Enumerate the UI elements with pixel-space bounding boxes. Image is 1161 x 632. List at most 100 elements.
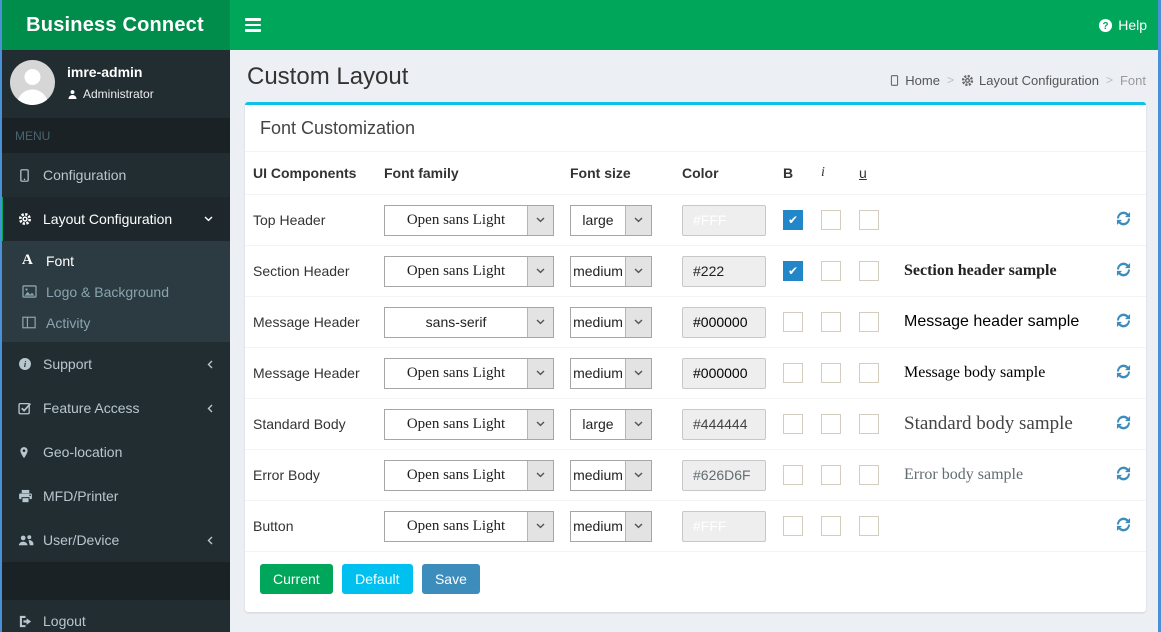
sidebar-item-feature-access[interactable]: Feature Access — [0, 386, 230, 430]
color-input[interactable] — [682, 306, 766, 338]
sidebar-toggle-button[interactable] — [230, 0, 276, 50]
users-icon — [18, 533, 43, 547]
help-button[interactable]: ? Help — [1098, 0, 1147, 50]
chevron-left-icon — [207, 360, 215, 369]
underline-checkbox[interactable] — [859, 516, 879, 536]
sidebar-item-configuration[interactable]: Configuration — [0, 153, 230, 197]
refresh-icon[interactable] — [1116, 466, 1131, 481]
font-customization-card: Font Customization UI Components Font fam… — [245, 102, 1146, 612]
font-size-select[interactable]: large — [570, 408, 652, 440]
font-size-select[interactable]: medium — [570, 255, 652, 287]
user-panel: imre-admin Administrator — [0, 50, 230, 118]
selected-value: Open sans Light — [406, 415, 506, 432]
italic-checkbox[interactable] — [821, 261, 841, 281]
current-button[interactable]: Current — [260, 564, 333, 594]
sidebar-menu: Configuration Layout Configuration A Font Lo… — [0, 153, 230, 562]
person-silhouette-icon — [17, 69, 48, 105]
font-family-select[interactable]: Open sans Light — [384, 255, 554, 287]
sidebar-item-label: Configuration — [43, 167, 127, 183]
color-input[interactable] — [682, 255, 766, 287]
user-role: Administrator — [67, 87, 154, 101]
save-button[interactable]: Save — [421, 564, 480, 594]
italic-checkbox[interactable] — [821, 414, 841, 434]
color-input[interactable] — [682, 204, 766, 236]
logout-label: Logout — [43, 613, 86, 629]
sidebar-item-layout-configuration[interactable]: Layout Configuration — [0, 197, 230, 241]
font-family-select[interactable]: Open sans Light — [384, 408, 554, 440]
select-arrow-icon — [527, 511, 553, 541]
refresh-icon[interactable] — [1116, 364, 1131, 379]
select-arrow-icon — [625, 205, 651, 235]
breadcrumb-layout-configuration[interactable]: Layout Configuration — [961, 73, 1099, 88]
select-arrow-icon — [527, 358, 553, 388]
sidebar-item-label: Layout Configuration — [43, 211, 173, 227]
chevron-down-icon — [204, 216, 215, 222]
color-input[interactable] — [682, 357, 766, 389]
italic-checkbox[interactable] — [821, 312, 841, 332]
column-header-b: B — [775, 152, 813, 195]
sidebar-item-logo-background[interactable]: Logo & Background — [0, 276, 230, 307]
sidebar-item-support[interactable]: i Support — [0, 342, 230, 386]
bold-checkbox[interactable] — [783, 516, 803, 536]
image-icon — [22, 285, 46, 298]
bold-checkbox[interactable] — [783, 414, 803, 434]
underline-checkbox[interactable] — [859, 210, 879, 230]
font-size-select[interactable]: medium — [570, 459, 652, 491]
selected-value: medium — [573, 467, 623, 483]
refresh-icon[interactable] — [1116, 262, 1131, 277]
underline-checkbox[interactable] — [859, 261, 879, 281]
color-input[interactable] — [682, 510, 766, 542]
font-size-select[interactable]: large — [570, 204, 652, 236]
refresh-icon[interactable] — [1116, 313, 1131, 328]
sidebar-item-mfd-printer[interactable]: MFD/Printer — [0, 474, 230, 518]
font-family-select[interactable]: Open sans Light — [384, 204, 554, 236]
underline-checkbox[interactable] — [859, 363, 879, 383]
bold-checkbox[interactable]: ✔ — [783, 210, 803, 230]
font-family-select[interactable]: Open sans Light — [384, 357, 554, 389]
default-button[interactable]: Default — [342, 564, 413, 594]
bold-checkbox[interactable] — [783, 465, 803, 485]
refresh-icon[interactable] — [1116, 517, 1131, 532]
sidebar-item-geo-location[interactable]: Geo-location — [0, 430, 230, 474]
sidebar-item-font[interactable]: A Font — [0, 245, 230, 276]
sidebar-item-label: Font — [46, 252, 75, 269]
bold-checkbox[interactable] — [783, 312, 803, 332]
sidebar-item-label: Logo & Background — [46, 283, 169, 300]
sidebar-item-activity[interactable]: Activity — [0, 307, 230, 338]
font-family-select[interactable]: Open sans Light — [384, 510, 554, 542]
italic-checkbox[interactable] — [821, 363, 841, 383]
bold-checkbox[interactable] — [783, 363, 803, 383]
font-family-select[interactable]: sans-serif — [384, 306, 554, 338]
column-header-i: i — [813, 152, 851, 195]
italic-checkbox[interactable] — [821, 465, 841, 485]
font-size-select[interactable]: medium — [570, 357, 652, 389]
breadcrumb-home[interactable]: Home — [889, 73, 940, 88]
italic-checkbox[interactable] — [821, 210, 841, 230]
selected-value: medium — [573, 518, 623, 534]
sidebar-item-logout[interactable]: Logout — [0, 600, 230, 632]
underline-checkbox[interactable] — [859, 414, 879, 434]
select-arrow-icon — [527, 460, 553, 490]
component-label: Message Header — [253, 365, 360, 381]
bold-checkbox[interactable]: ✔ — [783, 261, 803, 281]
selected-value: medium — [573, 263, 623, 279]
refresh-icon[interactable] — [1116, 211, 1131, 226]
select-arrow-icon — [527, 409, 553, 439]
color-input[interactable] — [682, 459, 766, 491]
selected-value: Open sans Light — [406, 466, 506, 483]
breadcrumb-font-current: Font — [1119, 72, 1146, 88]
font-size-select[interactable]: medium — [570, 306, 652, 338]
column-header-u: u — [851, 152, 896, 195]
columns-icon — [22, 316, 46, 329]
font-family-select[interactable]: Open sans Light — [384, 459, 554, 491]
brand-logo[interactable]: Business Connect — [0, 0, 230, 50]
font-size-select[interactable]: medium — [570, 510, 652, 542]
underline-checkbox[interactable] — [859, 465, 879, 485]
sidebar-item-user-device[interactable]: User/Device — [0, 518, 230, 562]
content-header: Custom Layout Home > Layout Configuratio… — [230, 50, 1161, 102]
sidebar-item-label: Feature Access — [43, 400, 140, 416]
underline-checkbox[interactable] — [859, 312, 879, 332]
color-input[interactable] — [682, 408, 766, 440]
italic-checkbox[interactable] — [821, 516, 841, 536]
refresh-icon[interactable] — [1116, 415, 1131, 430]
